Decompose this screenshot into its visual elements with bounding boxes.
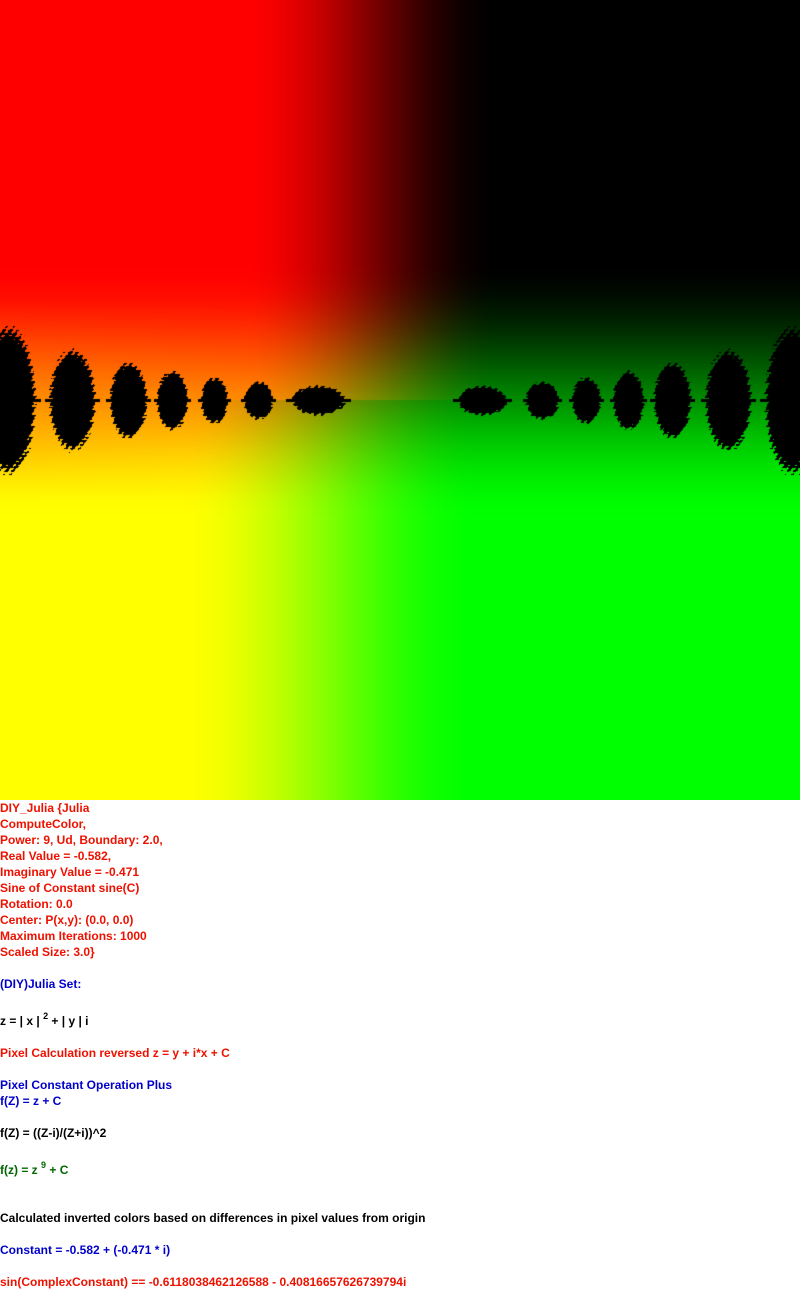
- param-line-2: ComputeColor,: [0, 817, 86, 831]
- sin-constant-value: sin(ComplexConstant) == -0.6118038462126…: [0, 1275, 407, 1289]
- param-line-4: Real Value = -0.582,: [0, 849, 112, 863]
- function-fz-3: f(z) = z 9 + C: [0, 1160, 69, 1178]
- param-line-10: Scaled Size: 3.0}: [0, 945, 95, 959]
- constant-value: Constant = -0.582 + (-0.471 * i): [0, 1243, 171, 1257]
- constant-operation: Pixel Constant Operation Plus: [0, 1078, 173, 1092]
- z-formula: z = | x | 2 + | y | i: [0, 1011, 89, 1029]
- param-line-3: Power: 9, Ud, Boundary: 2.0,: [0, 833, 163, 847]
- param-line-1: DIY_Julia {Julia: [0, 801, 90, 815]
- param-line-7: Rotation: 0.0: [0, 897, 73, 911]
- function-fz-1: f(Z) = z + C: [0, 1094, 62, 1108]
- param-line-9: Maximum Iterations: 1000: [0, 929, 147, 943]
- pixel-calculation: Pixel Calculation reversed z = y + i*x +…: [0, 1046, 230, 1060]
- set-heading: (DIY)Julia Set:: [0, 977, 82, 991]
- param-line-8: Center: P(x,y): (0.0, 0.0): [0, 913, 134, 927]
- color-note: Calculated inverted colors based on diff…: [0, 1211, 426, 1225]
- param-line-6: Sine of Constant sine(C): [0, 881, 140, 895]
- julia-fractal-image: [0, 0, 800, 800]
- function-fz-2: f(Z) = ((Z-i)/(Z+i))^2: [0, 1126, 107, 1140]
- param-line-5: Imaginary Value = -0.471: [0, 865, 140, 879]
